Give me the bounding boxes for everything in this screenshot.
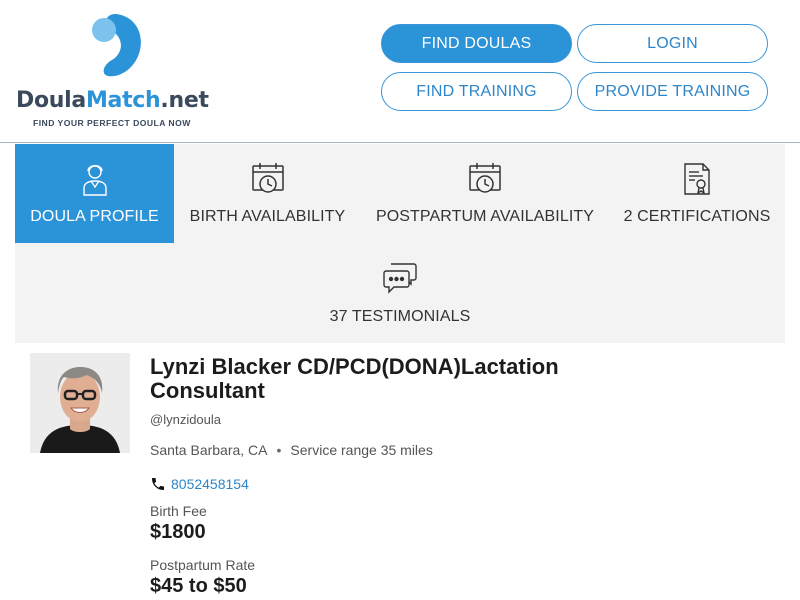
location-line: Santa Barbara, CA • Service range 35 mil… (150, 442, 433, 458)
postpartum-rate-label: Postpartum Rate (150, 557, 256, 573)
logo-mark-icon (92, 14, 141, 77)
phone-line[interactable]: 8052458154 (150, 476, 249, 492)
tab-testimonials-label: 37 TESTIMONIALS (329, 308, 471, 325)
doula-person-icon (82, 165, 107, 196)
doula-name: Lynzi Blacker CD/PCD(DONA)Lactation Cons… (150, 354, 559, 403)
service-range: Service range 35 miles (290, 442, 433, 458)
birth-fee-label: Birth Fee (150, 503, 207, 519)
chat-bubbles-icon (383, 263, 417, 294)
bullet-separator: • (276, 442, 282, 458)
phone-icon (152, 478, 164, 490)
calendar-clock-icon (469, 163, 501, 193)
certificate-icon (684, 163, 710, 195)
logo-wordmark: DoulaMatch.net (16, 88, 209, 113)
logo-tagline: FIND YOUR PERFECT DOULA NOW (33, 118, 191, 128)
phone-number-link[interactable]: 8052458154 (171, 476, 249, 492)
logo-word-net: .net (160, 88, 209, 113)
find-training-button[interactable]: FIND TRAINING (381, 72, 572, 111)
site-logo[interactable]: DoulaMatch.net FIND YOUR PERFECT DOULA N… (16, 12, 226, 132)
provide-training-button[interactable]: PROVIDE TRAINING (577, 72, 768, 111)
tab-birth-availability[interactable]: BIRTH AVAILABILITY (174, 144, 361, 243)
doula-photo (30, 353, 130, 453)
doula-location: Santa Barbara, CA (150, 442, 268, 458)
login-button[interactable]: LOGIN (577, 24, 768, 63)
tab-birth-availability-label: BIRTH AVAILABILITY (189, 208, 346, 225)
birth-fee-value: $1800 (150, 521, 206, 543)
doula-portrait-image (30, 353, 130, 453)
calendar-clock-icon (251, 163, 284, 193)
tab-postpartum-availability-label: POSTPARTUM AVAILABILITY (375, 208, 595, 225)
logo-word-match: Match (85, 88, 161, 113)
postpartum-rate-value: $45 to $50 (150, 575, 247, 597)
tab-certifications-label: 2 CERTIFICATIONS (623, 208, 771, 225)
doula-handle: @lynzidoula (150, 412, 222, 427)
logo-word-doula: Doula (16, 88, 86, 113)
profile-tabs: DOULA PROFILE BIRTH AVAILABILITY POSTPAR… (15, 144, 785, 343)
tab-doula-profile[interactable]: DOULA PROFILE (15, 144, 174, 243)
site-header: DoulaMatch.net FIND YOUR PERFECT DOULA N… (0, 0, 800, 143)
find-doulas-button[interactable]: FIND DOULAS (381, 24, 572, 63)
tab-testimonials[interactable]: 37 TESTIMONIALS (15, 244, 785, 343)
tab-certifications[interactable]: 2 CERTIFICATIONS (609, 144, 785, 243)
tab-postpartum-availability[interactable]: POSTPARTUM AVAILABILITY (361, 144, 609, 243)
tab-doula-profile-label: DOULA PROFILE (30, 208, 159, 225)
